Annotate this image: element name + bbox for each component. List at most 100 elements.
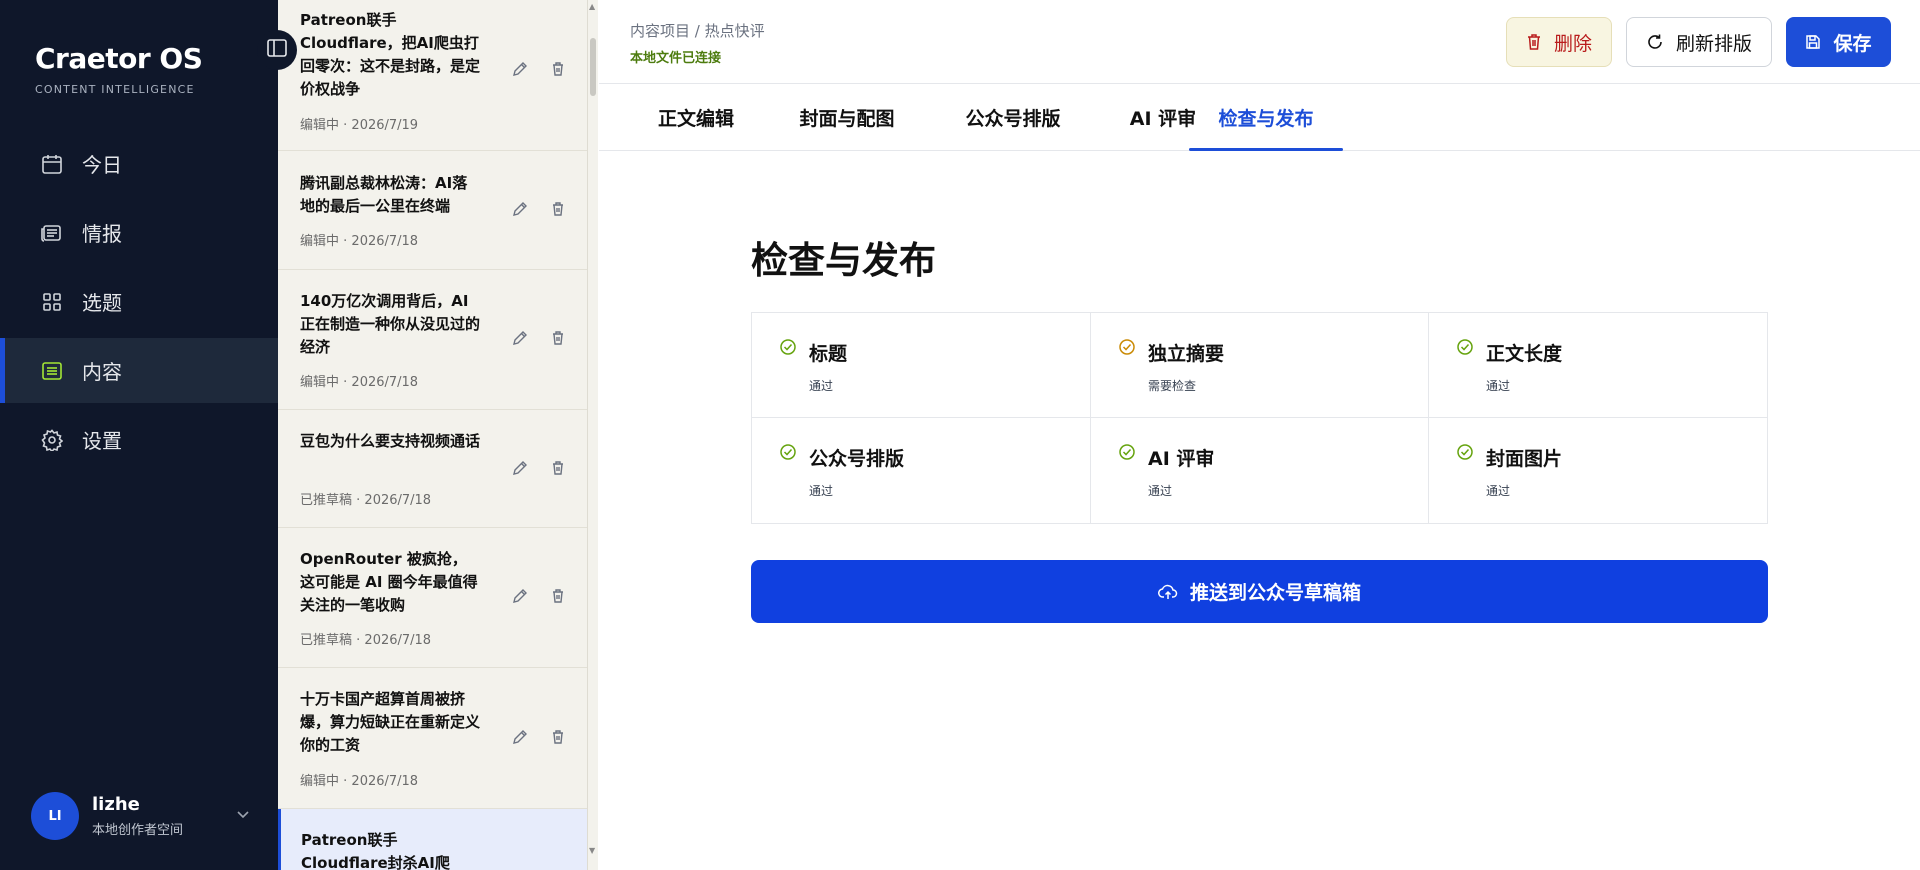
refresh-label: 刷新排版 (1675, 32, 1752, 55)
check-circle-icon (1118, 443, 1136, 465)
article-title: Patreon联手Cloudflare，把AI爬虫打回零次：这不是封路，是定价权… (300, 11, 481, 98)
article-date: 2026/7/18 (364, 493, 432, 508)
article-date: 2026/7/18 (351, 774, 419, 789)
article-meta: 编辑中 · 2026/7/18 (300, 774, 419, 789)
article-date: 2026/7/19 (351, 118, 419, 133)
article-list: Patreon联手Cloudflare，把AI爬虫打回零次：这不是封路，是定价权… (278, 0, 588, 870)
check-status: 需要检查 (1148, 379, 1197, 393)
article-title: 140万亿次调用背后，AI正在制造一种你从没见过的经济 (300, 292, 481, 356)
page-title: 检查与发布 (751, 239, 936, 282)
check-item-ai-review: AI 评审 通过 (1091, 418, 1429, 523)
list-item[interactable]: 140万亿次调用背后，AI正在制造一种你从没见过的经济 编辑中 · 2026/7… (278, 270, 587, 410)
article-meta: 编辑中 · 2026/7/19 (300, 118, 419, 133)
tab-cover-images[interactable]: 封面与配图 (772, 84, 922, 151)
check-circle-icon (779, 338, 797, 360)
calendar-icon (40, 152, 64, 176)
save-icon (1805, 34, 1821, 50)
edit-icon[interactable] (510, 199, 530, 219)
avatar: LI (31, 792, 79, 840)
check-status: 通过 (1148, 484, 1173, 498)
check-item-summary: 独立摘要 需要检查 (1091, 313, 1429, 418)
check-label: AI 评审 (1148, 448, 1215, 470)
cloud-upload-icon (1157, 583, 1178, 601)
sidebar: Craetor OS CONTENT INTELLIGENCE 今日 情报 选题 (0, 0, 278, 870)
scroll-down-icon[interactable]: ▼ (589, 846, 595, 855)
check-label: 正文长度 (1486, 343, 1563, 365)
publish-to-drafts-button[interactable]: 推送到公众号草稿箱 (751, 560, 1768, 623)
scroll-up-icon[interactable]: ▲ (589, 2, 595, 11)
list-item[interactable]: OpenRouter 被疯抢，这可能是 AI 圈今年最值得关注的一笔收购 已推草… (278, 528, 587, 668)
trash-icon[interactable] (548, 199, 568, 219)
document-icon (40, 359, 64, 383)
trash-icon (1526, 33, 1542, 51)
article-title: 腾讯副总裁林松涛：AI落地的最后一公里在终端 (300, 174, 468, 215)
main-panel: 内容项目 / 热点快评 本地文件已连接 删除 刷新排版 保存 正文编辑 封面与配… (599, 0, 1920, 870)
user-workspace: 本地创作者空间 (92, 823, 184, 838)
list-item[interactable]: 腾讯副总裁林松涛：AI落地的最后一公里在终端 编辑中 · 2026/7/18 (278, 151, 587, 270)
delete-button[interactable]: 删除 (1506, 17, 1612, 67)
chevron-down-icon[interactable] (235, 806, 251, 826)
sidebar-item-settings[interactable]: 设置 (0, 407, 278, 472)
sidebar-item-label: 情报 (82, 222, 122, 246)
gear-icon (40, 428, 64, 452)
sidebar-item-label: 设置 (82, 429, 122, 453)
article-meta: 编辑中 · 2026/7/18 (300, 234, 419, 249)
sidebar-item-label: 今日 (82, 153, 122, 177)
article-status: 编辑中 (300, 375, 340, 390)
edit-icon[interactable] (510, 458, 530, 478)
list-item[interactable]: Patreon联手Cloudflare，把AI爬虫打回零次：这不是封路，是定价权… (278, 0, 587, 151)
check-item-length: 正文长度 通过 (1429, 313, 1767, 418)
tab-wechat-layout[interactable]: 公众号排版 (938, 84, 1088, 151)
check-label: 公众号排版 (809, 448, 905, 470)
sidebar-item-label: 选题 (82, 291, 122, 315)
breadcrumb: 内容项目 / 热点快评 (630, 22, 765, 40)
list-item-selected[interactable]: Patreon联手Cloudflare封杀AI爬 (278, 809, 587, 870)
article-date: 2026/7/18 (364, 633, 432, 648)
sidebar-item-content[interactable]: 内容 (0, 338, 278, 403)
article-title: 豆包为什么要支持视频通话 (300, 432, 481, 450)
tab-body-edit[interactable]: 正文编辑 (635, 84, 757, 151)
trash-icon[interactable] (548, 328, 568, 348)
list-item[interactable]: 十万卡国产超算首周被挤爆，算力短缺正在重新定义你的工资 编辑中 · 2026/7… (278, 668, 587, 809)
user-menu[interactable]: LI lizhe 本地创作者空间 (31, 792, 251, 840)
check-circle-icon (1456, 338, 1474, 360)
article-status: 编辑中 (300, 774, 340, 789)
trash-icon[interactable] (548, 586, 568, 606)
article-title: Patreon联手Cloudflare封杀AI爬 (301, 831, 450, 870)
sidebar-toggle-button[interactable] (257, 30, 297, 70)
article-status: 编辑中 (300, 234, 340, 249)
check-status: 通过 (809, 379, 834, 393)
sidebar-item-today[interactable]: 今日 (0, 131, 278, 196)
article-status: 已推草稿 (300, 493, 353, 508)
sidebar-item-label: 内容 (82, 360, 122, 384)
edit-icon[interactable] (510, 328, 530, 348)
checklist: 标题 通过 独立摘要 需要检查 正文长度 通过 公众号排版 通过 AI 评审 通… (751, 312, 1768, 524)
article-title: 十万卡国产超算首周被挤爆，算力短缺正在重新定义你的工资 (300, 690, 481, 754)
article-title: OpenRouter 被疯抢，这可能是 AI 圈今年最值得关注的一笔收购 (300, 550, 478, 614)
save-button[interactable]: 保存 (1786, 17, 1891, 67)
sidebar-item-intel[interactable]: 情报 (0, 200, 278, 265)
trash-icon[interactable] (548, 458, 568, 478)
sidebar-item-topics[interactable]: 选题 (0, 269, 278, 334)
refresh-layout-button[interactable]: 刷新排版 (1626, 17, 1772, 67)
connection-status: 本地文件已连接 (630, 51, 722, 66)
scroll-thumb[interactable] (590, 38, 596, 96)
newspaper-icon (40, 221, 64, 245)
edit-icon[interactable] (510, 586, 530, 606)
check-item-title: 标题 通过 (752, 313, 1091, 418)
trash-icon[interactable] (548, 59, 568, 79)
brand-name: Craetor OS (35, 42, 203, 75)
check-status: 通过 (1486, 379, 1511, 393)
check-item-cover: 封面图片 通过 (1429, 418, 1767, 523)
sidebar-nav: 今日 情报 选题 内容 设置 (0, 131, 278, 476)
check-label: 独立摘要 (1148, 343, 1225, 365)
trash-icon[interactable] (548, 727, 568, 747)
edit-icon[interactable] (510, 727, 530, 747)
list-item[interactable]: 豆包为什么要支持视频通话 已推草稿 · 2026/7/18 (278, 410, 587, 528)
article-meta: 已推草稿 · 2026/7/18 (300, 633, 432, 648)
list-scrollbar[interactable]: ▲ ▼ (588, 0, 598, 870)
tab-check-publish[interactable]: 检查与发布 (1189, 84, 1343, 151)
edit-icon[interactable] (510, 59, 530, 79)
editor-tabs: 正文编辑 封面与配图 公众号排版 AI 评审 检查与发布 (599, 84, 1920, 151)
article-meta: 已推草稿 · 2026/7/18 (300, 493, 432, 508)
